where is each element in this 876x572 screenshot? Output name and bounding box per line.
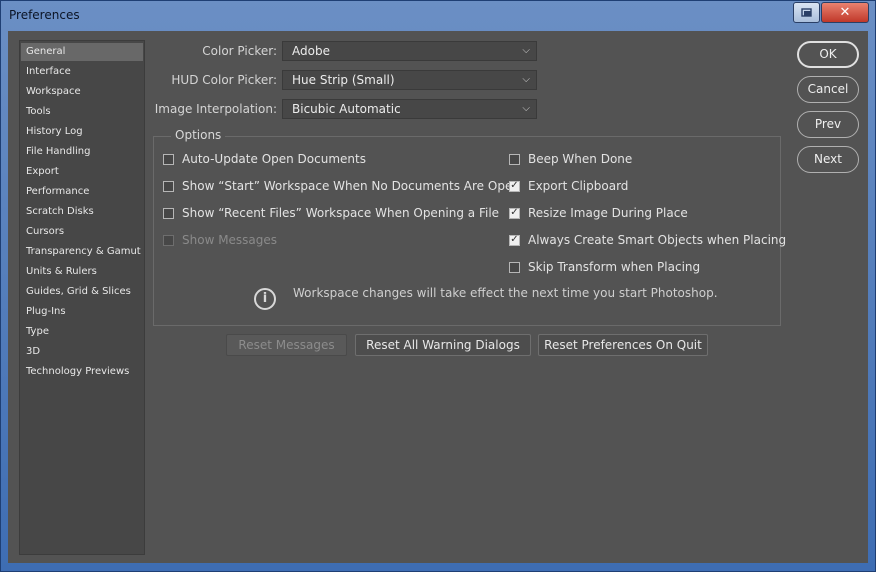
sidebar-item-guides-grid-slices[interactable]: Guides, Grid & Slices [21, 283, 143, 301]
checkbox-label: Export Clipboard [528, 179, 629, 193]
checkbox-label: Show “Recent Files” Workspace When Openi… [182, 206, 500, 220]
show-messages-checkbox: Show Messages [163, 232, 277, 248]
sidebar-item-plug-ins[interactable]: Plug-Ins [21, 303, 143, 321]
sidebar-item-history-log[interactable]: History Log [21, 123, 143, 141]
beep-when-done-checkbox[interactable]: Beep When Done [509, 151, 632, 167]
close-button[interactable]: ✕ [821, 2, 869, 23]
hud-color-picker-label: HUD Color Picker: [171, 73, 277, 87]
skip-transform-when-placing-checkbox[interactable]: Skip Transform when Placing [509, 259, 700, 275]
sidebar-item-transparency-gamut[interactable]: Transparency & Gamut [21, 243, 143, 261]
checkbox-label: Beep When Done [528, 152, 633, 166]
checkbox-box[interactable] [509, 153, 520, 165]
reset-messages-button: Reset Messages [226, 334, 347, 356]
next-button[interactable]: Next [797, 146, 859, 173]
chevron-down-icon: ⌵ [522, 74, 530, 85]
restore-icon [800, 7, 812, 17]
checkbox-label: Show Messages [182, 233, 278, 247]
sidebar-item-3d[interactable]: 3D [21, 343, 143, 361]
reset-all-warning-dialogs-button[interactable]: Reset All Warning Dialogs [355, 334, 531, 356]
window-title: Preferences [9, 8, 80, 22]
chevron-down-icon: ⌵ [522, 103, 530, 114]
checkbox-box[interactable]: ✓ [509, 180, 520, 192]
hud-color-picker-value: Hue Strip (Small) [292, 73, 395, 87]
preferences-sidebar: General Interface Workspace Tools Histor… [19, 40, 145, 555]
checkmark-icon: ✓ [510, 207, 519, 218]
prev-button[interactable]: Prev [797, 111, 859, 138]
checkbox-label: Auto-Update Open Documents [182, 152, 366, 166]
ok-button[interactable]: OK [797, 41, 859, 68]
always-create-smart-objects-checkbox[interactable]: ✓ Always Create Smart Objects when Placi… [509, 232, 786, 248]
image-interpolation-value: Bicubic Automatic [292, 102, 401, 116]
checkmark-icon: ✓ [510, 234, 519, 245]
export-clipboard-checkbox[interactable]: ✓ Export Clipboard [509, 178, 628, 194]
image-interpolation-label: Image Interpolation: [154, 102, 277, 116]
chevron-down-icon: ⌵ [522, 45, 530, 56]
workspace-info-text: Workspace changes will take effect the n… [293, 286, 718, 300]
image-interpolation-select[interactable]: Bicubic Automatic ⌵ [282, 99, 537, 119]
checkbox-box[interactable] [163, 153, 174, 165]
sidebar-item-scratch-disks[interactable]: Scratch Disks [21, 203, 143, 221]
sidebar-item-export[interactable]: Export [21, 163, 143, 181]
sidebar-item-technology-previews[interactable]: Technology Previews [21, 363, 143, 381]
sidebar-item-type[interactable]: Type [21, 323, 143, 341]
options-group-title: Options [171, 128, 226, 142]
checkbox-label: Resize Image During Place [528, 206, 688, 220]
sidebar-item-cursors[interactable]: Cursors [21, 223, 143, 241]
checkbox-box[interactable] [509, 261, 520, 273]
checkbox-box[interactable]: ✓ [509, 207, 520, 219]
checkmark-icon: ✓ [510, 180, 519, 191]
checkbox-label: Skip Transform when Placing [528, 260, 701, 274]
sidebar-item-file-handling[interactable]: File Handling [21, 143, 143, 161]
reset-preferences-on-quit-button[interactable]: Reset Preferences On Quit [538, 334, 708, 356]
auto-update-open-documents-checkbox[interactable]: Auto-Update Open Documents [163, 151, 366, 167]
hud-color-picker-select[interactable]: Hue Strip (Small) ⌵ [282, 70, 537, 90]
show-recent-files-workspace-checkbox[interactable]: Show “Recent Files” Workspace When Openi… [163, 205, 499, 221]
preferences-window: Preferences ✕ General Interface Workspac… [0, 0, 876, 572]
dialog-content: General Interface Workspace Tools Histor… [8, 31, 868, 563]
close-icon: ✕ [839, 5, 851, 20]
show-start-workspace-checkbox[interactable]: Show “Start” Workspace When No Documents… [163, 178, 520, 194]
sidebar-item-units-rulers[interactable]: Units & Rulers [21, 263, 143, 281]
color-picker-select[interactable]: Adobe ⌵ [282, 41, 537, 61]
checkbox-label: Always Create Smart Objects when Placing [528, 233, 787, 247]
checkbox-box[interactable] [163, 207, 174, 219]
checkbox-box[interactable]: ✓ [509, 234, 520, 246]
sidebar-item-performance[interactable]: Performance [21, 183, 143, 201]
checkbox-box [163, 234, 174, 246]
color-picker-label: Color Picker: [202, 44, 277, 58]
checkbox-box[interactable] [163, 180, 174, 192]
color-picker-value: Adobe [292, 44, 330, 58]
info-icon: i [254, 288, 276, 310]
cancel-button[interactable]: Cancel [797, 76, 859, 103]
restore-button[interactable] [793, 2, 820, 23]
checkbox-label: Show “Start” Workspace When No Documents… [182, 179, 520, 193]
resize-image-during-place-checkbox[interactable]: ✓ Resize Image During Place [509, 205, 688, 221]
title-bar[interactable]: Preferences ✕ [1, 1, 875, 31]
